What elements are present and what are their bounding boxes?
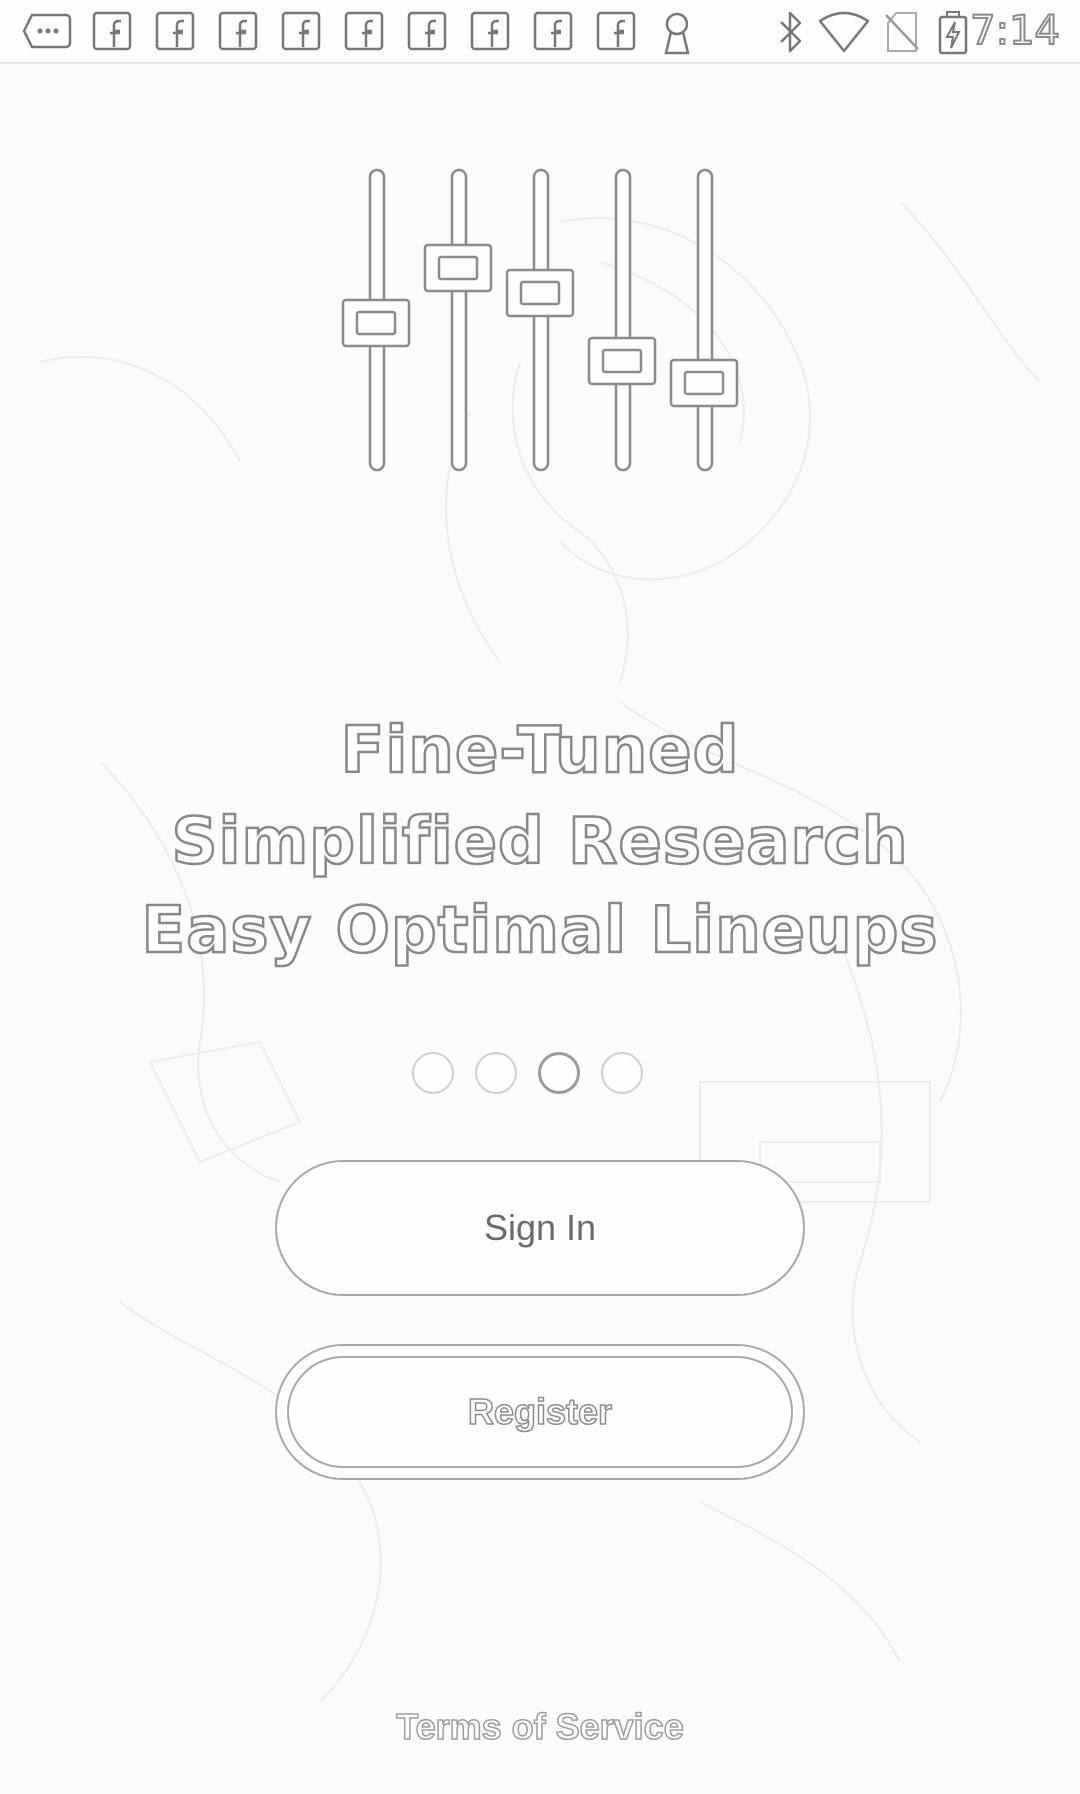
page-dot-3-active[interactable] (538, 1052, 580, 1094)
bluetooth-icon (780, 11, 802, 53)
status-time: 7:14 (969, 7, 1061, 55)
register-button[interactable]: Register (275, 1344, 805, 1480)
page-dot-1[interactable] (412, 1052, 454, 1094)
keyhole-icon (664, 12, 690, 55)
welcome-screen: Fine-Tuned Simplified Research Easy Opti… (0, 0, 1080, 1794)
register-label: Register (287, 1356, 793, 1468)
page-dot-4[interactable] (601, 1052, 643, 1094)
terms-of-service-link[interactable]: Terms of Service (0, 1705, 1080, 1748)
facebook-icon (344, 11, 384, 51)
facebook-icon (155, 11, 195, 51)
status-bar: 7:14 (0, 0, 1080, 64)
more-icon (22, 13, 72, 49)
facebook-icon (218, 11, 258, 51)
sign-in-button[interactable]: Sign In (275, 1160, 805, 1296)
facebook-icon (533, 11, 573, 51)
wifi-icon (818, 11, 870, 53)
facebook-icon (281, 11, 321, 51)
no-sim-icon (885, 12, 919, 52)
equalizer-sliders-icon (341, 168, 739, 472)
headline-line-1: Fine-Tuned (339, 713, 740, 790)
battery-charging-icon (938, 11, 968, 55)
facebook-icon (470, 11, 510, 51)
facebook-icon (407, 11, 447, 51)
page-indicator (412, 1052, 652, 1098)
facebook-icon (596, 11, 636, 51)
headline-line-2: Simplified Research (170, 804, 909, 881)
headline-line-3: Easy Optimal Lineups (140, 893, 939, 970)
sign-in-label: Sign In (483, 1207, 597, 1248)
facebook-icon (92, 11, 132, 51)
page-dot-2[interactable] (475, 1052, 517, 1094)
